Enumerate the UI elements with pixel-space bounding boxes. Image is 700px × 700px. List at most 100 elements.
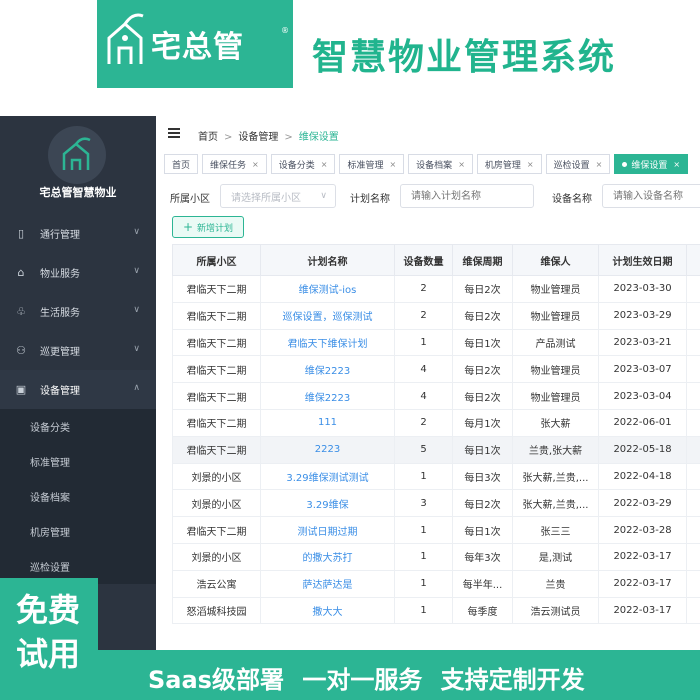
table-row[interactable]: 君临天下二期 维保2223 4 每日2次 物业管理员 2023-03-04 — [172, 382, 700, 410]
tab-maintenance-task[interactable]: 维保任务 × — [202, 154, 267, 174]
filter-bar: 所属小区 请选择所属小区 ∨ 计划名称 设备名称 — [170, 184, 700, 210]
submenu-item-archive[interactable]: 设备档案 — [0, 479, 156, 514]
plan-name-link[interactable]: 萨达萨达是 — [260, 569, 395, 598]
column-header[interactable]: 维保周期 — [452, 244, 513, 276]
plan-name-link[interactable]: 3.29维保 — [260, 489, 395, 518]
table-row[interactable]: 刘景的小区 3.29维保测试测试 1 每日3次 张大薪,兰贵,... 2022-04-18 — [172, 462, 700, 491]
table-cell: 4 — [394, 355, 453, 384]
tab-inspection[interactable]: 巡检设置 × — [545, 154, 611, 174]
table-row[interactable]: 君临天下二期 测试日期过期 1 每日1次 张三三 2022-03-28 — [172, 516, 700, 544]
table-row[interactable]: 君临天下二期 111 2 每月1次 张大薪 2022-06-01 — [172, 408, 700, 437]
close-icon[interactable]: × — [458, 160, 465, 169]
home-service-icon: ⌂ — [17, 266, 25, 279]
avatar[interactable] — [48, 126, 106, 184]
plan-name-input[interactable] — [400, 184, 534, 208]
plan-name-link[interactable]: 的撒大苏打 — [260, 542, 395, 571]
table-cell: 张大薪,兰贵,... — [512, 462, 599, 491]
table-cell: 每日1次 — [452, 328, 513, 357]
table-row[interactable]: 君临天下二期 2223 5 每日1次 兰贵,张大薪 2022-05-18 — [172, 435, 700, 464]
sidebar-item-equipment[interactable]: ▣ 设备管理 ∧ — [0, 370, 156, 409]
add-plan-button[interactable]: + 新增计划 — [172, 216, 244, 238]
column-header[interactable]: 计划名称 — [260, 244, 395, 276]
table-cell: 物业管理员 — [512, 355, 599, 384]
close-icon[interactable]: × — [389, 160, 396, 169]
close-icon[interactable]: × — [527, 160, 534, 169]
top-banner: 宅总管 ® 智慧物业管理系统 — [0, 0, 700, 115]
plan-name-link[interactable]: 维保2223 — [260, 382, 395, 410]
table-cell: 君临天下二期 — [172, 355, 261, 384]
table-header-row: 所属小区 计划名称 设备数量 维保周期 维保人 计划生效日期 — [172, 244, 700, 276]
equipment-submenu: 设备分类 标准管理 设备档案 机房管理 巡检设置 — [0, 409, 156, 584]
plan-name-link[interactable]: 巡保设置，巡保测试 — [260, 301, 395, 330]
menu-toggle-icon[interactable] — [168, 128, 180, 138]
table-cell: 2022-03-17 — [598, 569, 687, 598]
table-cell: 每日2次 — [452, 275, 513, 303]
sidebar-item-label: 通行管理 — [40, 230, 80, 241]
tab-standard[interactable]: 标准管理 × — [339, 154, 405, 174]
plan-name-link[interactable]: 3.29维保测试测试 — [260, 462, 395, 491]
close-icon[interactable]: × — [321, 160, 328, 169]
table-row[interactable]: 怒滔城科技园 撒大大 1 每季度 浩云测试员 2022-03-17 — [172, 596, 700, 625]
close-icon[interactable]: × — [252, 160, 259, 169]
table-cell: 每日2次 — [452, 301, 513, 330]
table-cell: 浩云测试员 — [512, 596, 599, 625]
tab-device-archive[interactable]: 设备档案 × — [408, 154, 473, 174]
plan-name-link[interactable]: 维保2223 — [260, 355, 395, 384]
breadcrumb-home[interactable]: 首页 — [198, 132, 218, 143]
close-icon[interactable]: × — [673, 160, 680, 169]
banner-title: 智慧物业管理系统 — [312, 37, 617, 78]
plan-name-link[interactable]: 111 — [260, 408, 395, 437]
table-cell: 2 — [394, 275, 453, 303]
device-name-input[interactable] — [602, 184, 700, 208]
table-row[interactable]: 君临天下二期 君临天下维保计划 1 每日1次 产品测试 2023-03-21 — [172, 328, 700, 357]
sidebar-item-life-service[interactable]: ♧ 生活服务 ∨ — [0, 292, 156, 331]
table-cell: 1 — [394, 328, 453, 357]
submenu-item-standard[interactable]: 标准管理 — [0, 444, 156, 479]
table-cell-overflow — [686, 516, 700, 544]
table-cell-overflow — [686, 275, 700, 303]
table-cell: 2023-03-07 — [598, 355, 687, 384]
table-cell: 怒滔城科技园 — [172, 596, 261, 625]
plant-icon: ♧ — [16, 305, 26, 318]
breadcrumb-section[interactable]: 设备管理 — [238, 132, 278, 143]
column-header[interactable]: 设备数量 — [394, 244, 453, 276]
table-row[interactable]: 浩云公寓 萨达萨达是 1 每半年... 兰贵 2022-03-17 — [172, 569, 700, 598]
free-trial-badge[interactable]: 免费试用 — [0, 578, 98, 700]
tab-maintenance-settings[interactable]: 维保设置 × — [614, 154, 689, 174]
close-icon[interactable]: × — [596, 160, 603, 169]
chevron-down-icon: ∨ — [133, 266, 140, 276]
plan-name-link[interactable]: 君临天下维保计划 — [260, 328, 395, 357]
table-cell: 每日1次 — [452, 516, 513, 544]
column-header[interactable]: 所属小区 — [172, 244, 261, 276]
plan-name-link[interactable]: 维保测试-ios — [260, 275, 395, 303]
submenu-item-category[interactable]: 设备分类 — [0, 409, 156, 444]
sidebar-item-access[interactable]: ▯ 通行管理 ∨ — [0, 214, 156, 253]
table-cell-overflow — [686, 382, 700, 410]
plan-name-link[interactable]: 测试日期过期 — [260, 516, 395, 544]
column-header[interactable]: 计划生效日期 — [598, 244, 687, 276]
plan-name-link[interactable]: 撒大大 — [260, 596, 395, 625]
table-row[interactable]: 刘景的小区 3.29维保 3 每日2次 张大薪,兰贵,... 2022-03-29 — [172, 489, 700, 518]
table-row[interactable]: 君临天下二期 维保测试-ios 2 每日2次 物业管理员 2023-03-30 — [172, 275, 700, 303]
community-select[interactable]: 请选择所属小区 ∨ — [220, 184, 336, 208]
submenu-item-machine-room[interactable]: 机房管理 — [0, 514, 156, 549]
tab-home[interactable]: 首页 — [164, 154, 199, 174]
table-cell: 每月1次 — [452, 408, 513, 437]
table-row[interactable]: 君临天下二期 巡保设置，巡保测试 2 每日2次 物业管理员 2023-03-29 — [172, 301, 700, 330]
tab-machine-room[interactable]: 机房管理 × — [476, 154, 542, 174]
chevron-up-icon: ∧ — [133, 383, 140, 393]
column-header[interactable]: 维保人 — [512, 244, 599, 276]
table-row[interactable]: 君临天下二期 维保2223 4 每日2次 物业管理员 2023-03-07 — [172, 355, 700, 384]
table-cell: 每年3次 — [452, 542, 513, 571]
table-cell: 君临天下二期 — [172, 301, 261, 330]
patrol-icon: ⚇ — [16, 344, 26, 357]
table-cell: 2022-05-18 — [598, 435, 687, 464]
tab-device-category[interactable]: 设备分类 × — [270, 154, 336, 174]
plan-name-link[interactable]: 2223 — [260, 435, 395, 464]
equipment-icon: ▣ — [15, 383, 27, 396]
table-cell: 1 — [394, 542, 453, 571]
table-cell: 每季度 — [452, 596, 513, 625]
sidebar-item-patrol[interactable]: ⚇ 巡更管理 ∨ — [0, 331, 156, 370]
table-row[interactable]: 刘景的小区 的撒大苏打 1 每年3次 是,测试 2022-03-17 — [172, 542, 700, 571]
sidebar-item-property-service[interactable]: ⌂ 物业服务 ∨ — [0, 253, 156, 292]
